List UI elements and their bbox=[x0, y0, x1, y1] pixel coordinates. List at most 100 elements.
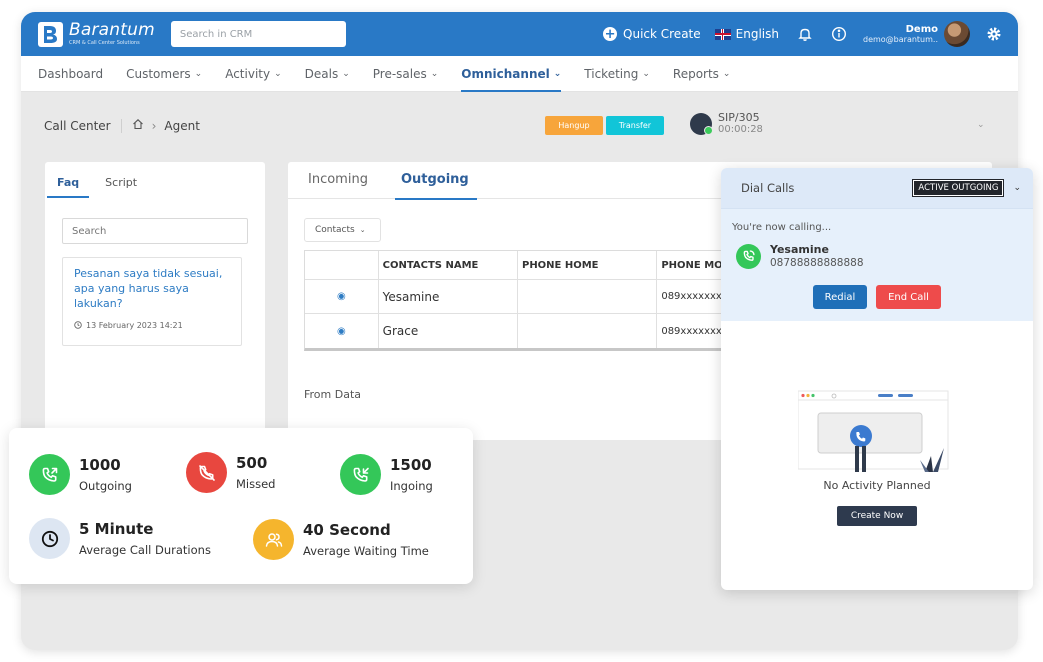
top-bar: Barantum CRM & Call Center Solutions + Q… bbox=[21, 12, 1018, 56]
logo-tagline: CRM & Call Center Solutions bbox=[69, 40, 140, 46]
faq-item[interactable]: Pesanan saya tidak sesuai, apa yang haru… bbox=[62, 257, 242, 346]
quick-create-label: Quick Create bbox=[623, 27, 701, 41]
contacts-dropdown[interactable]: Contacts ⌄ bbox=[304, 218, 381, 242]
stat-label: Missed bbox=[236, 476, 276, 491]
contact-name: Grace bbox=[379, 314, 518, 348]
nav-omnichannel[interactable]: Omnichannel ⌄ bbox=[461, 56, 562, 92]
nav-label: Reports bbox=[672, 66, 719, 81]
clock-icon bbox=[29, 518, 70, 559]
crm-search-input[interactable] bbox=[170, 21, 346, 47]
nav-dashboard[interactable]: Dashboard bbox=[38, 56, 103, 92]
call-duration: 00:00:28 bbox=[718, 124, 763, 136]
chevron-down-icon: ⌄ bbox=[553, 68, 562, 79]
empty-state-illustration bbox=[797, 386, 950, 482]
transfer-button[interactable]: Transfer bbox=[606, 116, 664, 135]
stat-average-waiting-time: 40 Second Average Waiting Time bbox=[253, 519, 429, 560]
main-nav: Dashboard Customers ⌄ Activity ⌄ Deals ⌄ Pr… bbox=[21, 56, 1018, 92]
table-row: ◉ Grace 089xxxxxxx bbox=[305, 314, 733, 348]
create-now-button[interactable]: Create Now bbox=[837, 506, 917, 526]
nav-reports[interactable]: Reports ⌄ bbox=[673, 56, 731, 92]
chevron-down-icon: ⌄ bbox=[274, 68, 282, 79]
active-call-section: You're now calling... Yesamine 087888888… bbox=[721, 208, 1033, 321]
language-selector[interactable]: English bbox=[714, 27, 779, 41]
view-eye-icon[interactable]: ◉ bbox=[305, 280, 379, 313]
nav-label: Activity bbox=[225, 66, 271, 81]
user-email: demo@barantum.. bbox=[862, 35, 938, 45]
faq-date-row: 13 February 2023 14:21 bbox=[74, 320, 230, 331]
chevron-down-icon[interactable]: ⌄ bbox=[1013, 183, 1021, 193]
phone-home bbox=[518, 280, 658, 313]
nav-label: Deals bbox=[304, 66, 339, 81]
chevron-down-icon: ⌄ bbox=[359, 226, 366, 234]
uk-flag-icon bbox=[714, 28, 731, 40]
chevron-down-icon: ⌄ bbox=[430, 68, 439, 79]
stat-value: 1000 bbox=[79, 455, 121, 474]
phone-call-icon bbox=[736, 243, 761, 269]
stat-label: Ingoing bbox=[390, 478, 433, 493]
table-header: CONTACTS NAME PHONE HOME PHONE MO bbox=[305, 251, 733, 280]
phone-incoming-icon bbox=[340, 454, 381, 495]
end-call-button[interactable]: End Call bbox=[876, 285, 941, 309]
contacts-table: CONTACTS NAME PHONE HOME PHONE MO ◉ Yesa… bbox=[304, 250, 734, 351]
nav-activity[interactable]: Activity ⌄ bbox=[225, 56, 281, 92]
tab-outgoing[interactable]: Outgoing bbox=[394, 162, 477, 200]
dial-calls-header[interactable]: Dial Calls ACTIVE OUTGOING ⌄ bbox=[721, 168, 1033, 208]
contact-name: Yesamine bbox=[379, 280, 518, 313]
table-row: ◉ Yesamine 089xxxxxxx bbox=[305, 280, 733, 314]
stat-average-call-duration: 5 Minute Average Call Durations bbox=[29, 518, 211, 559]
chevron-down-icon: ⌄ bbox=[194, 68, 203, 79]
stat-outgoing: 1000 Outgoing bbox=[29, 454, 132, 495]
avatar[interactable] bbox=[944, 21, 970, 47]
empty-state-text: No Activity Planned bbox=[823, 479, 931, 492]
faq-tabs: Faq Script bbox=[45, 162, 265, 198]
stat-ingoing: 1500 Ingoing bbox=[340, 454, 433, 495]
contacts-dropdown-label: Contacts bbox=[315, 225, 355, 235]
caller-number: 08788888888888 bbox=[770, 256, 864, 269]
plus-circle-icon: + bbox=[603, 26, 618, 42]
bell-icon[interactable] bbox=[795, 24, 815, 44]
column-header: PHONE HOME bbox=[518, 251, 658, 279]
view-eye-icon[interactable]: ◉ bbox=[305, 314, 379, 348]
quick-create-button[interactable]: + Quick Create bbox=[603, 27, 701, 41]
tab-faq[interactable]: Faq bbox=[46, 162, 90, 198]
barantum-logo[interactable]: Barantum CRM & Call Center Solutions bbox=[38, 21, 155, 47]
stat-value: 40 Second bbox=[303, 520, 391, 539]
user-name: Demo bbox=[905, 23, 938, 35]
user-menu[interactable]: Demo demo@barantum.. bbox=[863, 24, 938, 45]
faq-search-input[interactable] bbox=[62, 218, 248, 244]
stat-value: 5 Minute bbox=[79, 519, 154, 538]
breadcrumb-separator-icon: › bbox=[151, 118, 157, 133]
stat-value: 1500 bbox=[390, 455, 432, 474]
nav-label: Ticketing bbox=[584, 66, 639, 81]
phone-outgoing-icon bbox=[29, 454, 70, 495]
phone-home bbox=[518, 314, 658, 348]
home-icon[interactable] bbox=[132, 118, 144, 133]
agent-avatar-icon bbox=[690, 112, 713, 135]
nav-pre-sales[interactable]: Pre-sales ⌄ bbox=[373, 56, 439, 92]
faq-date: 13 February 2023 14:21 bbox=[86, 321, 183, 331]
nav-label: Dashboard bbox=[38, 66, 104, 81]
nav-label: Omnichannel bbox=[461, 66, 550, 81]
stat-label: Average Call Durations bbox=[79, 542, 211, 557]
breadcrumb-current: Agent bbox=[164, 118, 200, 133]
tab-incoming[interactable]: Incoming bbox=[308, 162, 368, 199]
call-stats-card: 1000 Outgoing 500 Missed 1500 Ingoing 5 … bbox=[9, 428, 473, 584]
sip-status: SIP/305 00:00:28 bbox=[690, 111, 763, 136]
chevron-down-icon: ⌄ bbox=[342, 68, 350, 79]
sip-extension: SIP/305 bbox=[718, 111, 760, 124]
stat-value: 500 bbox=[236, 453, 268, 472]
nav-label: Customers bbox=[126, 66, 191, 81]
tab-script[interactable]: Script bbox=[105, 162, 137, 198]
info-icon[interactable] bbox=[829, 24, 849, 44]
stat-missed: 500 Missed bbox=[186, 452, 275, 493]
gear-icon[interactable] bbox=[984, 24, 1004, 44]
nav-ticketing[interactable]: Ticketing ⌄ bbox=[584, 56, 650, 92]
redial-button[interactable]: Redial bbox=[813, 285, 867, 309]
dial-calls-panel: Dial Calls ACTIVE OUTGOING ⌄ You're now … bbox=[721, 168, 1033, 590]
nav-deals[interactable]: Deals ⌄ bbox=[305, 56, 350, 92]
chevron-down-icon: ⌄ bbox=[722, 68, 731, 79]
hangup-button[interactable]: Hangup bbox=[545, 116, 603, 135]
nav-customers[interactable]: Customers ⌄ bbox=[126, 56, 202, 92]
users-icon bbox=[253, 519, 294, 560]
collapse-chevron-icon[interactable]: ⌄ bbox=[977, 120, 985, 130]
